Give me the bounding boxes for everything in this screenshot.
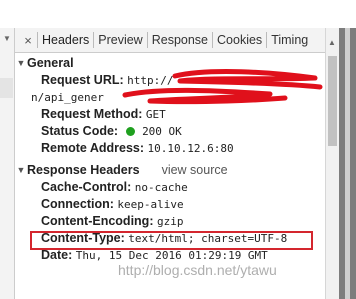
collapse-triangle-icon[interactable]: ▼ xyxy=(3,34,11,43)
header-value: no-cache xyxy=(134,181,188,194)
header-value: Thu, 15 Dec 2016 01:29:19 GMT xyxy=(75,249,268,262)
header-value: gzip xyxy=(156,215,184,228)
request-url-continued-row: n/api_gener xyxy=(15,89,325,106)
network-detail-panel: × Headers Preview Response Cookies Timin… xyxy=(15,28,325,299)
header-row: Content-Encoding: gzip xyxy=(15,213,325,230)
expand-triangle-icon[interactable]: ▼ xyxy=(15,165,27,175)
scrollbar-thumb[interactable] xyxy=(328,56,337,146)
header-key: Cache-Control: xyxy=(41,180,132,194)
request-url-value: http:// xyxy=(127,74,174,87)
response-headers-section-header[interactable]: ▼ Response Headers view source xyxy=(15,160,325,179)
request-method-value: GET xyxy=(145,108,166,121)
close-icon[interactable]: × xyxy=(19,33,37,48)
detail-tab-bar: × Headers Preview Response Cookies Timin… xyxy=(15,28,325,53)
watermark-text: http://blog.csdn.net/ytawu xyxy=(118,262,277,278)
content-type-highlight-box xyxy=(30,231,313,250)
status-code-key: Status Code: xyxy=(41,124,119,138)
header-key: Date: xyxy=(41,248,73,262)
vertical-scrollbar[interactable]: ▲ xyxy=(325,28,339,299)
header-row: Connection: keep-alive xyxy=(15,196,325,213)
request-method-key: Request Method: xyxy=(41,107,143,121)
general-section-header[interactable]: ▼ General xyxy=(15,53,325,72)
tab-cookies[interactable]: Cookies xyxy=(213,33,266,47)
response-headers-title: Response Headers xyxy=(27,162,140,177)
status-code-row: Status Code: 200 OK xyxy=(15,123,325,140)
status-code-value: 200 OK xyxy=(142,125,182,138)
header-key: Connection: xyxy=(41,197,114,211)
tab-headers[interactable]: Headers xyxy=(38,33,93,47)
tab-timing[interactable]: Timing xyxy=(267,33,312,47)
tab-preview[interactable]: Preview xyxy=(94,33,146,47)
remote-address-key: Remote Address: xyxy=(41,141,145,155)
header-value: keep-alive xyxy=(117,198,184,211)
tab-response[interactable]: Response xyxy=(148,33,212,47)
left-panel-selected-row[interactable] xyxy=(0,78,13,98)
general-title: General xyxy=(27,55,74,70)
request-url-key: Request URL: xyxy=(41,73,124,87)
request-method-row: Request Method: GET xyxy=(15,106,325,123)
header-row: Cache-Control: no-cache xyxy=(15,179,325,196)
status-ok-icon xyxy=(125,127,135,136)
header-key: Content-Encoding: xyxy=(41,214,154,228)
view-source-link[interactable]: view source xyxy=(162,163,228,177)
remote-address-value: 10.10.12.6:80 xyxy=(147,142,234,155)
left-panel-edge: ▼ xyxy=(0,28,15,299)
remote-address-row: Remote Address: 10.10.12.6:80 xyxy=(15,140,325,157)
scroll-up-arrow-icon[interactable]: ▲ xyxy=(328,38,336,47)
request-url-continued: n/api_gener xyxy=(31,91,104,104)
window-edge xyxy=(339,28,356,299)
request-url-row: Request URL: http:// i xyxy=(15,72,325,89)
expand-triangle-icon[interactable]: ▼ xyxy=(15,58,27,68)
